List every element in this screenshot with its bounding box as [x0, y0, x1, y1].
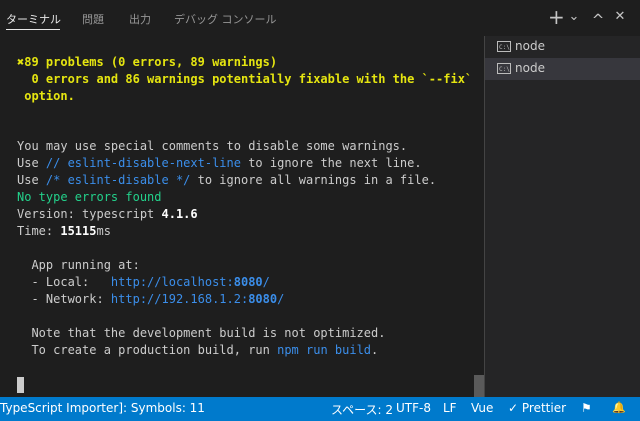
disable-file-hint: Use /* eslint-disable */ to ignore all w…	[17, 173, 437, 187]
indentation-status[interactable]: スペース: 2	[331, 401, 393, 418]
terminal-icon: C:\	[497, 41, 511, 52]
network-url-link[interactable]: http://192.168.1.2:8080/	[111, 292, 284, 306]
terminal-instance-label: node	[515, 61, 545, 75]
terminal-panel: ターミナル 問題 出力 デバッグ コンソール + ⌄ ^ ✕ ✖89 probl…	[0, 0, 640, 397]
build-time: Time: 15115ms	[17, 224, 111, 238]
tab-problems[interactable]: 問題	[82, 11, 104, 27]
app-running-header: App running at:	[17, 258, 140, 272]
problems-summary: ✖89 problems (0 errors, 89 warnings)	[17, 55, 278, 69]
tab-terminal[interactable]: ターミナル	[6, 11, 61, 27]
terminal-output[interactable]: ✖89 problems (0 errors, 89 warnings) 0 e…	[0, 36, 484, 397]
fixable-line-1: 0 errors and 86 warnings potentially fix…	[17, 72, 473, 86]
encoding-status[interactable]: UTF-8	[396, 401, 431, 415]
terminal-icon: C:\	[497, 63, 511, 74]
network-url-line: - Network: http://192.168.1.2:8080/	[17, 292, 285, 306]
new-terminal-plus-icon[interactable]: +	[548, 7, 565, 27]
maximize-panel-icon[interactable]: ^	[590, 11, 606, 29]
close-panel-icon[interactable]: ✕	[612, 8, 628, 26]
status-bar: TypeScript Importer]: Symbols: 11 スペース: …	[0, 397, 640, 421]
production-build-hint: To create a production build, run npm ru…	[17, 343, 379, 357]
terminal-instance-item[interactable]: C:\ node	[485, 36, 640, 58]
eol-status[interactable]: LF	[443, 401, 457, 415]
terminal-instances-list: C:\ node C:\ node	[484, 36, 640, 397]
prettier-status[interactable]: ✓ Prettier	[508, 401, 566, 415]
chevron-down-icon[interactable]: ⌄	[566, 8, 582, 26]
typescript-version: Version: typescript 4.1.6	[17, 207, 198, 221]
no-type-errors: No type errors found	[17, 190, 162, 204]
notifications-bell-icon[interactable]: 🔔	[612, 401, 626, 414]
terminal-instance-item-selected[interactable]: C:\ node	[485, 58, 640, 80]
comments-hint: You may use special comments to disable …	[17, 139, 408, 153]
panel-tab-bar: ターミナル 問題 出力 デバッグ コンソール + ⌄ ^ ✕	[0, 0, 640, 36]
terminal-instance-label: node	[515, 39, 545, 53]
terminal-scrollbar[interactable]	[474, 375, 484, 397]
feedback-icon[interactable]: ⚑	[581, 401, 592, 415]
local-url-link[interactable]: http://localhost:8080/	[111, 275, 270, 289]
tab-output[interactable]: 出力	[129, 11, 151, 27]
typescript-importer-status[interactable]: TypeScript Importer]: Symbols: 11	[0, 401, 205, 415]
language-mode-status[interactable]: Vue	[471, 401, 493, 415]
local-url-line: - Local: http://localhost:8080/	[17, 275, 270, 289]
disable-next-line-hint: Use // eslint-disable-next-line to ignor…	[17, 156, 422, 170]
fixable-line-2: option.	[17, 89, 75, 103]
terminal-cursor	[17, 377, 24, 393]
active-tab-indicator	[6, 29, 60, 30]
tab-debug-console[interactable]: デバッグ コンソール	[174, 11, 277, 27]
dev-build-note: Note that the development build is not o…	[17, 326, 386, 340]
